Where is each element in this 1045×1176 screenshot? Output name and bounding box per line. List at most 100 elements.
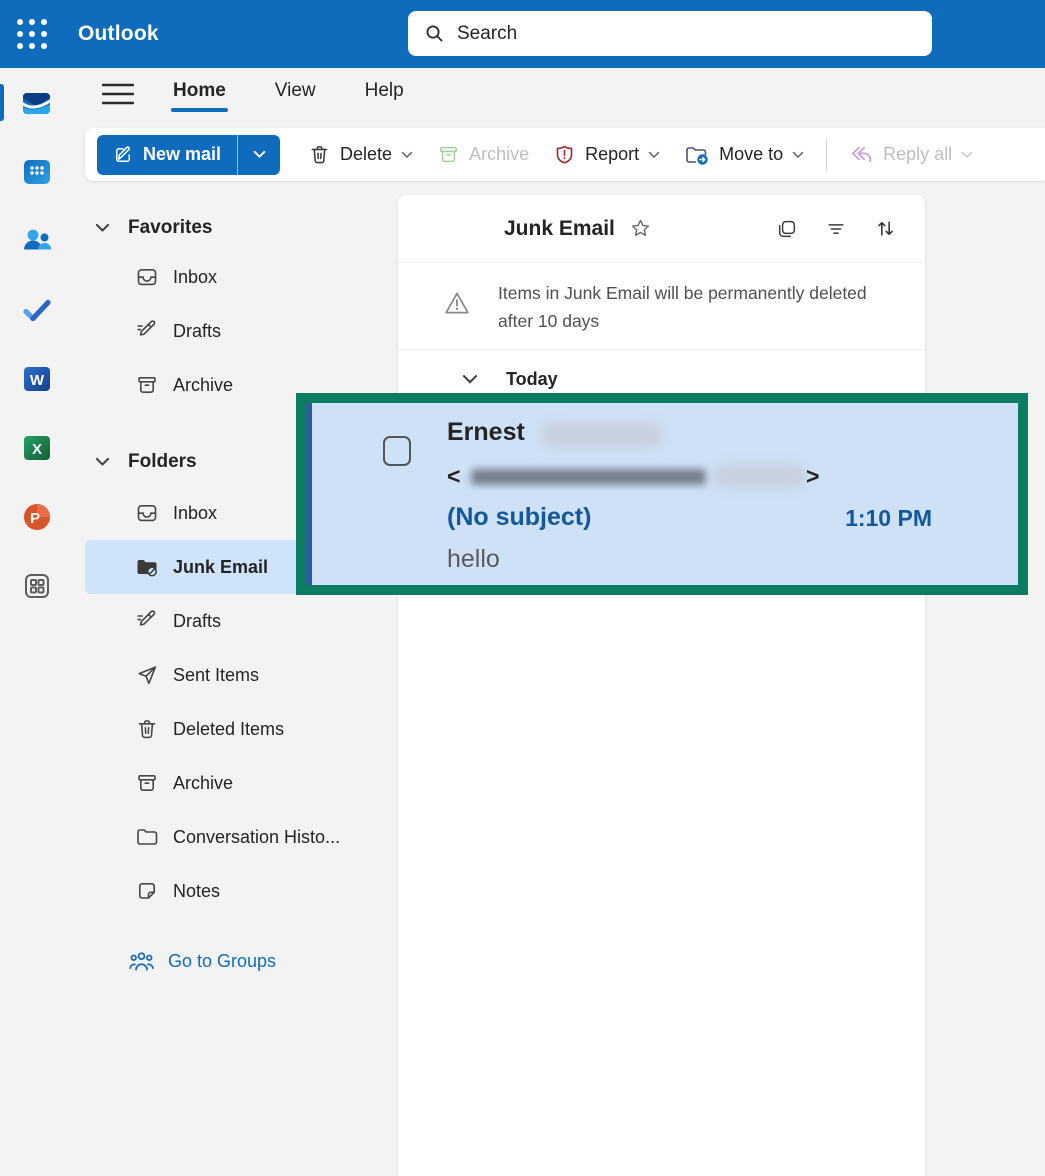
star-icon[interactable] bbox=[629, 217, 652, 240]
people-icon bbox=[20, 224, 54, 258]
selected-email-indicator bbox=[306, 403, 312, 585]
ribbon-toolbar: New mail Delete bbox=[85, 128, 1045, 181]
folder-deleted-items[interactable]: Deleted Items bbox=[85, 702, 397, 756]
folder-conversation-history[interactable]: Conversation Histo... bbox=[85, 810, 397, 864]
folder-label: Archive bbox=[173, 773, 233, 794]
reply-all-icon bbox=[849, 143, 874, 166]
folder-notes[interactable]: Notes bbox=[85, 864, 397, 918]
folder-label: Sent Items bbox=[173, 665, 259, 686]
folder-label: Conversation Histo... bbox=[173, 827, 340, 848]
chevron-down-icon bbox=[648, 151, 660, 159]
redacted-sender-suffix bbox=[542, 423, 662, 447]
drafts-pencil-icon bbox=[135, 609, 159, 633]
tab-help[interactable]: Help bbox=[363, 76, 406, 114]
favorite-drafts[interactable]: Drafts bbox=[85, 304, 397, 358]
chevron-down-icon bbox=[961, 151, 973, 159]
move-to-folder-icon bbox=[684, 143, 710, 167]
svg-text:W: W bbox=[29, 372, 44, 389]
chevron-down-icon bbox=[462, 374, 478, 385]
outlook-window: Outlook Search bbox=[0, 0, 1045, 1176]
address-bracket-close: > bbox=[806, 463, 819, 490]
rail-selected-indicator bbox=[0, 84, 4, 121]
toolbar-divider bbox=[826, 138, 827, 172]
folder-label: Deleted Items bbox=[173, 719, 284, 740]
svg-text:P: P bbox=[29, 510, 39, 527]
email-sender: Ernest bbox=[447, 418, 525, 447]
calendar-icon bbox=[20, 155, 54, 189]
chevron-down-icon bbox=[95, 223, 110, 233]
word-icon: W bbox=[20, 362, 54, 396]
favorite-inbox[interactable]: Inbox bbox=[85, 250, 397, 304]
redacted-email-address bbox=[471, 469, 706, 485]
delete-button[interactable]: Delete bbox=[296, 135, 425, 175]
new-mail-button[interactable]: New mail bbox=[97, 135, 237, 175]
address-bracket-open: < bbox=[447, 463, 460, 490]
folder-sent-items[interactable]: Sent Items bbox=[85, 648, 397, 702]
powerpoint-icon: P bbox=[20, 500, 54, 534]
archive-icon bbox=[135, 771, 159, 795]
move-to-button[interactable]: Move to bbox=[672, 135, 816, 175]
folder-label: Drafts bbox=[173, 321, 221, 342]
folder-icon bbox=[135, 825, 159, 849]
warning-triangle-icon bbox=[443, 290, 471, 316]
folder-label: Junk Email bbox=[173, 557, 268, 578]
folder-pane: Favorites Inbox Drafts bbox=[85, 206, 397, 988]
archive-button[interactable]: Archive bbox=[425, 135, 541, 175]
app-rail: W X P bbox=[0, 68, 73, 1176]
app-launcher-button[interactable] bbox=[0, 0, 64, 68]
send-plane-icon bbox=[135, 663, 159, 687]
folder-label: Notes bbox=[173, 881, 220, 902]
select-messages-icon[interactable] bbox=[776, 218, 798, 240]
trash-icon bbox=[308, 143, 331, 166]
hamburger-icon bbox=[102, 83, 134, 105]
email-subject: (No subject) bbox=[447, 503, 591, 532]
redacted-email-domain bbox=[714, 465, 806, 487]
app-rail-todo[interactable] bbox=[0, 275, 73, 344]
filter-icon[interactable] bbox=[825, 218, 847, 240]
email-checkbox[interactable] bbox=[383, 436, 411, 466]
app-rail-excel[interactable]: X bbox=[0, 413, 73, 482]
app-rail-word[interactable]: W bbox=[0, 344, 73, 413]
top-app-bar: Outlook Search bbox=[0, 0, 1045, 68]
tab-home[interactable]: Home bbox=[171, 76, 228, 114]
ribbon-tabs: Home View Help bbox=[171, 76, 406, 114]
folder-drafts[interactable]: Drafts bbox=[85, 594, 397, 648]
app-rail-powerpoint[interactable]: P bbox=[0, 482, 73, 551]
inbox-icon bbox=[135, 265, 159, 289]
favorites-section-header[interactable]: Favorites bbox=[85, 206, 397, 250]
hamburger-menu-button[interactable] bbox=[99, 79, 137, 109]
app-rail-calendar[interactable] bbox=[0, 137, 73, 206]
new-mail-dropdown[interactable] bbox=[237, 135, 280, 175]
junk-folder-icon bbox=[135, 555, 159, 579]
folder-archive[interactable]: Archive bbox=[85, 756, 397, 810]
search-input[interactable]: Search bbox=[408, 11, 932, 56]
archive-icon bbox=[437, 143, 460, 166]
highlighted-email-callout[interactable]: Ernest < > (No subject) 1:10 PM hello bbox=[296, 393, 1028, 595]
go-to-groups-label: Go to Groups bbox=[168, 951, 276, 972]
app-rail-mail[interactable] bbox=[0, 68, 73, 137]
new-mail-split-button: New mail bbox=[97, 135, 280, 175]
tab-view[interactable]: View bbox=[273, 76, 318, 114]
group-label: Today bbox=[506, 369, 558, 390]
todo-check-icon bbox=[20, 293, 54, 327]
note-icon bbox=[135, 879, 159, 903]
chevron-down-icon bbox=[792, 151, 804, 159]
favorites-title: Favorites bbox=[128, 217, 212, 239]
search-placeholder: Search bbox=[457, 23, 517, 45]
app-rail-apps[interactable] bbox=[0, 551, 73, 620]
chevron-down-icon bbox=[401, 151, 413, 159]
chevron-down-icon bbox=[95, 457, 110, 467]
app-rail-people[interactable] bbox=[0, 206, 73, 275]
list-title: Junk Email bbox=[504, 217, 615, 241]
banner-text: Items in Junk Email will be permanently … bbox=[498, 279, 878, 335]
reply-all-button[interactable]: Reply all bbox=[837, 135, 985, 175]
sort-icon[interactable] bbox=[874, 217, 897, 240]
folder-label: Inbox bbox=[173, 503, 217, 524]
search-icon bbox=[424, 23, 445, 44]
chevron-down-icon bbox=[253, 150, 266, 159]
reply-all-label: Reply all bbox=[883, 144, 952, 165]
folder-label: Archive bbox=[173, 375, 233, 396]
report-button[interactable]: Report bbox=[541, 135, 672, 175]
go-to-groups-link[interactable]: Go to Groups bbox=[85, 934, 397, 988]
archive-label: Archive bbox=[469, 144, 529, 165]
